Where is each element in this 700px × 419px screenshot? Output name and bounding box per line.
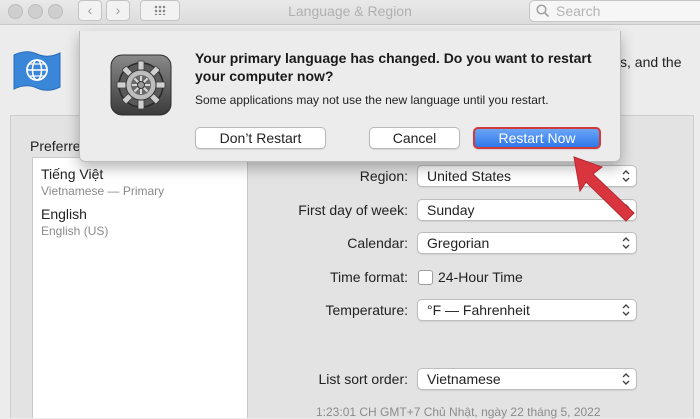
- flag-globe-icon: [13, 51, 61, 91]
- updown-arrows-icon: [622, 304, 630, 316]
- search-placeholder: Search: [556, 3, 601, 19]
- search-icon: [536, 4, 550, 18]
- temperature-select[interactable]: °F — Fahrenheit: [417, 299, 637, 321]
- list-item[interactable]: Tiếng Việt Vietnamese — Primary: [41, 166, 164, 198]
- first-day-value: Sunday: [427, 202, 475, 218]
- region-label: Region:: [359, 168, 408, 184]
- list-sort-value: Vietnamese: [427, 371, 501, 387]
- preferred-languages-label: Preferre: [30, 138, 81, 154]
- dialog-title: Your primary language has changed. Do yo…: [195, 50, 592, 84]
- calendar-label: Calendar:: [347, 235, 408, 251]
- window-titlebar: ‹ › Language & Region Search: [0, 0, 700, 25]
- list-item[interactable]: English English (US): [41, 206, 108, 238]
- time-format-label: Time format:: [329, 269, 408, 285]
- calendar-value: Gregorian: [427, 235, 490, 251]
- temperature-value: °F — Fahrenheit: [427, 302, 530, 318]
- 24-hour-time-checkbox[interactable]: [418, 270, 433, 285]
- language-subtitle: Vietnamese — Primary: [41, 184, 165, 198]
- dont-restart-button[interactable]: Don’t Restart: [195, 127, 326, 149]
- updown-arrows-icon: [622, 373, 630, 385]
- first-day-label: First day of week:: [298, 202, 408, 218]
- language-subtitle: English (US): [41, 224, 109, 238]
- pane-description: s, and the: [620, 54, 682, 70]
- list-sort-label: List sort order:: [318, 371, 408, 387]
- calendar-select[interactable]: Gregorian: [417, 232, 637, 254]
- language-name: Tiếng Việt: [41, 166, 104, 182]
- search-input[interactable]: Search: [529, 0, 700, 22]
- restart-now-button[interactable]: Restart Now: [473, 127, 601, 149]
- region-value: United States: [427, 168, 512, 184]
- dialog-message: Some applications may not use the new la…: [195, 93, 549, 107]
- gear-icon: [110, 54, 172, 116]
- annotation-arrow-icon: [573, 156, 635, 222]
- cancel-button[interactable]: Cancel: [369, 127, 460, 149]
- 24-hour-time-label[interactable]: 24-Hour Time: [438, 269, 523, 285]
- list-sort-select[interactable]: Vietnamese: [417, 368, 637, 390]
- restart-dialog: Your primary language has changed. Do yo…: [79, 31, 621, 162]
- updown-arrows-icon: [622, 237, 630, 249]
- language-list[interactable]: Tiếng Việt Vietnamese — Primary English …: [32, 157, 248, 418]
- language-name: English: [41, 206, 87, 222]
- temperature-label: Temperature:: [325, 302, 408, 318]
